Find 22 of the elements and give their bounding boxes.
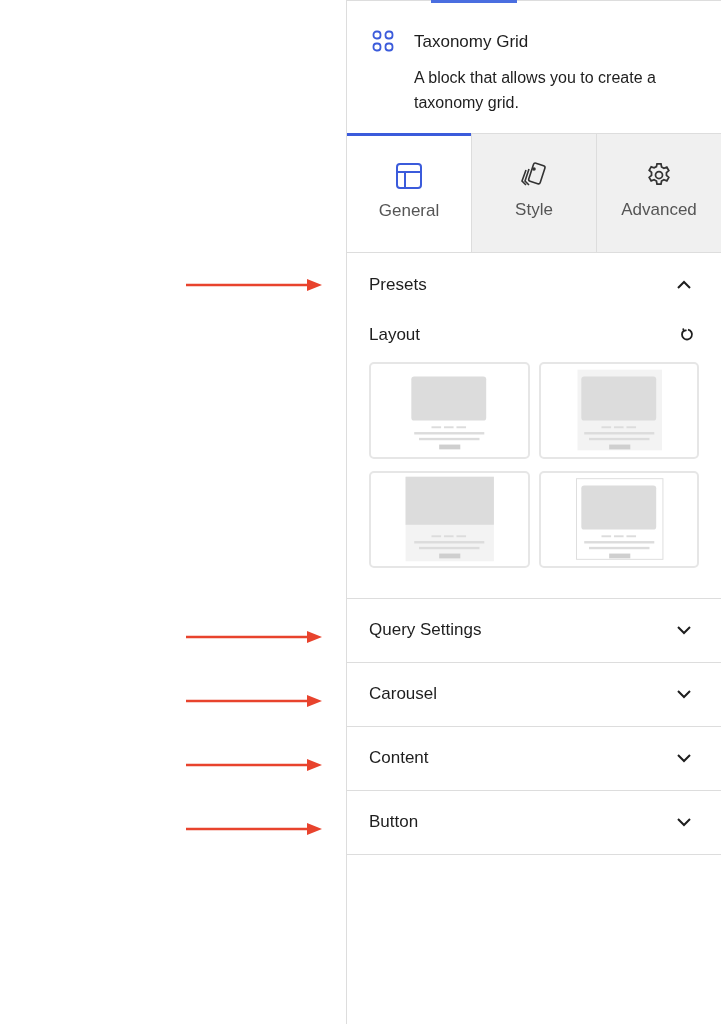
section-header[interactable]: Query Settings [347,598,721,662]
block-description: A block that allows you to create a taxonomy grid. [414,67,657,113]
section-header[interactable]: Carousel [347,662,721,726]
chevron-down-icon [677,625,691,635]
chevron-down-icon [677,689,691,699]
layout-icon [395,162,423,191]
chevron-down-icon [677,753,691,763]
layout-preset[interactable] [369,361,530,459]
tab[interactable]: Style [471,133,596,252]
section-header[interactable]: Presets [347,253,721,316]
chevron-up-icon [677,280,691,289]
layout-preset[interactable] [538,361,699,459]
reset-icon[interactable] [679,326,695,343]
field-label: Layout [369,324,421,346]
layout-preset[interactable] [369,470,530,568]
tab[interactable]: Advanced [596,133,721,252]
layout-preset[interactable] [538,470,699,568]
section-header[interactable]: Button [347,790,721,854]
section-header[interactable]: Content [347,726,721,790]
chevron-down-icon [677,817,691,827]
grid-icon [372,30,394,52]
block-title: Taxonomy Grid [414,31,530,53]
